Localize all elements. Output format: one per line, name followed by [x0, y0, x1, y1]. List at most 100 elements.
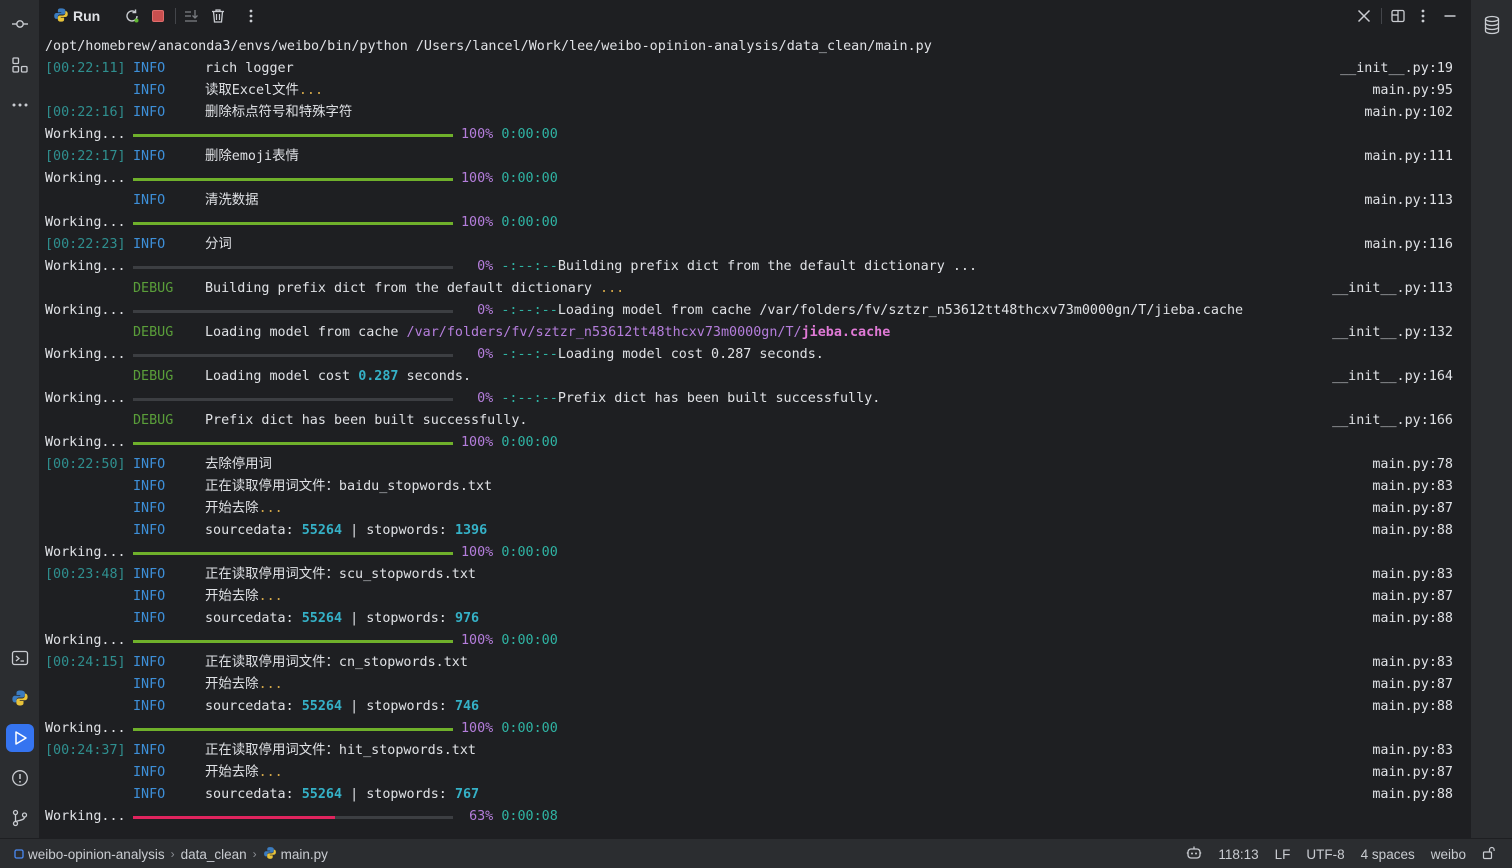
- file-encoding[interactable]: UTF-8: [1306, 847, 1344, 862]
- indent-setting[interactable]: 4 spaces: [1361, 847, 1415, 862]
- log-source-link[interactable]: main.py:87: [1372, 586, 1453, 608]
- structure-icon[interactable]: [6, 51, 34, 79]
- log-source-link[interactable]: main.py:78: [1372, 454, 1453, 476]
- log-source-link[interactable]: main.py:102: [1364, 102, 1453, 124]
- log-source-link[interactable]: main.py:83: [1372, 652, 1453, 674]
- progress-eta: 0:00:00: [501, 435, 558, 450]
- log-row: [00:22:23] INFO 分词 main.py:116: [45, 234, 1453, 256]
- log-source-line: 88: [1436, 787, 1453, 802]
- log-row: DEBUG Loading model from cache /var/folde…: [45, 322, 1453, 344]
- breadcrumb-file[interactable]: main.py: [263, 846, 328, 863]
- close-icon[interactable]: [1353, 5, 1375, 27]
- log-source-link[interactable]: main.py:88: [1372, 520, 1453, 542]
- rerun-icon[interactable]: [121, 5, 143, 27]
- log-message: Prefix dict has been built successfully.: [205, 410, 527, 432]
- log-message-text: Loading model from cache: [205, 325, 407, 340]
- log-source-link[interactable]: main.py:83: [1372, 564, 1453, 586]
- log-source-link[interactable]: main.py:88: [1372, 696, 1453, 718]
- log-row: [00:22:11] INFO rich logger __init__.py:19: [45, 58, 1453, 80]
- log-source-link[interactable]: main.py:113: [1364, 190, 1453, 212]
- python-interpreter[interactable]: weibo: [1431, 847, 1466, 862]
- right-tool-strip: [1470, 0, 1512, 838]
- problems-icon[interactable]: [6, 764, 34, 792]
- log-source-line: 87: [1436, 765, 1453, 780]
- progress-eta: -:--:--: [501, 391, 558, 406]
- log-source-sep: :: [1428, 523, 1437, 538]
- log-row: [00:24:37] INFO 正在读取停用词文件：hit_stopwords.tx…: [45, 740, 1453, 762]
- log-source-link[interactable]: __init__.py:164: [1332, 366, 1453, 388]
- log-source-link[interactable]: __init__.py:113: [1332, 278, 1453, 300]
- progress-percent: 63%: [469, 809, 494, 824]
- log-source-link[interactable]: __init__.py:19: [1340, 58, 1453, 80]
- log-message-text: rich logger: [205, 61, 294, 76]
- log-source-sep: :: [1428, 611, 1437, 626]
- log-source-line: 88: [1436, 611, 1453, 626]
- log-source-link[interactable]: main.py:111: [1364, 146, 1453, 168]
- progress-bar: [133, 134, 453, 137]
- run-tab[interactable]: Run: [53, 6, 100, 26]
- log-number: 767: [454, 787, 480, 802]
- progress-percent: 0%: [477, 303, 494, 318]
- log-source-line: 78: [1436, 457, 1453, 472]
- database-icon[interactable]: [1479, 12, 1505, 38]
- log-message-text: 正在读取停用词文件：hit_stopwords.txt: [205, 743, 476, 758]
- commit-icon[interactable]: [6, 10, 34, 38]
- log-message: 清洗数据: [205, 190, 259, 212]
- log-source-file: __init__.py: [1340, 61, 1429, 76]
- lock-icon[interactable]: [1482, 846, 1496, 863]
- git-icon[interactable]: [6, 804, 34, 832]
- terminal-icon[interactable]: [6, 644, 34, 672]
- log-source-link[interactable]: main.py:116: [1364, 234, 1453, 256]
- layout-icon[interactable]: [1387, 5, 1409, 27]
- log-level: INFO: [133, 567, 166, 582]
- more-icon[interactable]: [6, 91, 34, 119]
- log-source-sep: :: [1428, 765, 1437, 780]
- log-message: 开始去除...: [205, 674, 283, 696]
- clear-icon[interactable]: [207, 5, 229, 27]
- breadcrumb-folder[interactable]: data_clean: [181, 847, 247, 862]
- minimize-icon[interactable]: [1439, 5, 1461, 27]
- log-source-link[interactable]: main.py:83: [1372, 740, 1453, 762]
- log-source-link[interactable]: main.py:87: [1372, 762, 1453, 784]
- log-source-file: main.py: [1372, 589, 1429, 604]
- progress-row: Working... 100% 0:00:00: [45, 542, 1453, 564]
- python-console-icon[interactable]: [6, 684, 34, 712]
- progress-row: Working... 100% 0:00:00: [45, 124, 1453, 146]
- log-source-link[interactable]: main.py:88: [1372, 784, 1453, 806]
- log-level: DEBUG: [133, 413, 174, 428]
- run-console[interactable]: /opt/homebrew/anaconda3/envs/weibo/bin/p…: [41, 36, 1470, 838]
- toolbar-separator: [1381, 8, 1382, 24]
- stop-icon[interactable]: [147, 5, 169, 27]
- more-icon[interactable]: [1412, 5, 1434, 27]
- log-source-sep: :: [1428, 589, 1437, 604]
- log-source-link[interactable]: main.py:83: [1372, 476, 1453, 498]
- log-message-text: sourcedata:: [205, 523, 302, 538]
- log-source-sep: :: [1428, 743, 1437, 758]
- progress-eta: -:--:--: [501, 347, 558, 362]
- scroll-to-end-icon[interactable]: [180, 5, 202, 27]
- progress-label: Working...: [45, 809, 126, 824]
- log-source-link[interactable]: __init__.py:166: [1332, 410, 1453, 432]
- log-source-link[interactable]: main.py:87: [1372, 498, 1453, 520]
- caret-position[interactable]: 118:13: [1218, 847, 1258, 862]
- log-source-line: 87: [1436, 677, 1453, 692]
- ai-assistant-icon[interactable]: [1186, 845, 1202, 864]
- log-row: DEBUG Building prefix dict from the defau…: [45, 278, 1453, 300]
- run-icon[interactable]: [6, 724, 34, 752]
- log-source-file: main.py: [1372, 83, 1429, 98]
- log-level: INFO: [133, 523, 166, 538]
- breadcrumb-project[interactable]: weibo-opinion-analysis: [14, 847, 165, 862]
- log-source-link[interactable]: main.py:87: [1372, 674, 1453, 696]
- progress-bar: [133, 816, 453, 819]
- line-ending[interactable]: LF: [1275, 847, 1291, 862]
- log-source-link[interactable]: main.py:95: [1372, 80, 1453, 102]
- log-level: INFO: [133, 699, 166, 714]
- progress-fill: [133, 640, 453, 643]
- log-level: INFO: [133, 589, 166, 604]
- log-message: sourcedata: 55264 | stopwords: 746: [205, 696, 479, 718]
- log-ellipsis: ...: [258, 765, 283, 780]
- options-icon[interactable]: [240, 5, 262, 27]
- log-source-link[interactable]: __init__.py:132: [1332, 322, 1453, 344]
- log-level: INFO: [133, 743, 166, 758]
- log-source-link[interactable]: main.py:88: [1372, 608, 1453, 630]
